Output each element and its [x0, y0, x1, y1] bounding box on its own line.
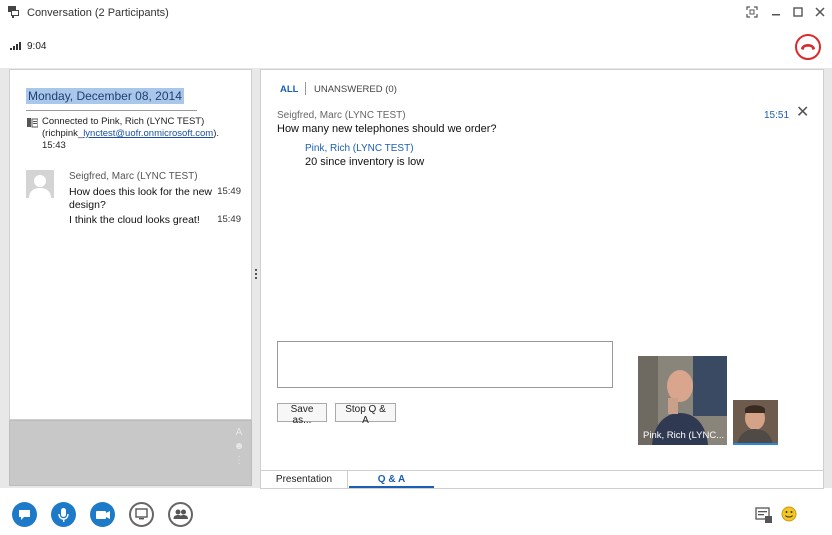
im-button[interactable]	[12, 502, 37, 527]
connection-icon	[27, 118, 38, 128]
chat-message: How does this look for the new design?	[69, 186, 219, 212]
filter-divider	[305, 82, 306, 95]
minimize-icon[interactable]	[769, 5, 783, 19]
self-video-preview[interactable]	[733, 400, 778, 445]
save-as-button[interactable]: Save as...	[277, 403, 327, 426]
call-duration: 9:04	[27, 41, 47, 52]
call-status-bar: 9:04	[0, 26, 832, 68]
title-bar: Conversation (2 Participants)	[0, 0, 832, 26]
tab-qa[interactable]: Q & A	[349, 471, 434, 488]
message-time: 15:49	[217, 214, 241, 225]
window-title: Conversation (2 Participants)	[27, 7, 169, 19]
im-compose-area[interactable]: A ☻ ⋮	[9, 420, 252, 486]
more-options-icon[interactable]: ⋮	[232, 455, 246, 466]
bottom-toolbar	[0, 490, 832, 535]
present-button[interactable]	[129, 502, 154, 527]
emoticon-icon[interactable]	[781, 506, 797, 522]
self-video-image	[733, 400, 778, 443]
conversation-options-icon[interactable]	[755, 506, 773, 524]
message-text: I think the cloud looks great!	[69, 214, 200, 226]
default-user-icon	[26, 170, 54, 198]
participants-icon	[173, 509, 188, 519]
pane-splitter-handle[interactable]	[254, 267, 258, 285]
conversation-body: Monday, December 08, 2014 Connected to P…	[0, 68, 832, 489]
message-sender: Seigfred, Marc (LYNC TEST)	[69, 171, 198, 182]
tab-presentation[interactable]: Presentation	[261, 471, 348, 488]
hang-up-phone-icon	[801, 44, 815, 50]
answer-text: 20 since inventory is low	[305, 156, 425, 168]
stage-tabs: Presentation Q & A	[260, 471, 824, 489]
avatar[interactable]	[26, 170, 54, 198]
stop-qa-button[interactable]: Stop Q & A	[335, 403, 396, 426]
audio-button[interactable]	[51, 502, 76, 527]
compose-tools: A ☻ ⋮	[232, 427, 246, 469]
participant-video-label: Pink, Rich (LYNC...	[643, 430, 725, 441]
date-divider	[26, 110, 197, 111]
im-history-pane: Monday, December 08, 2014 Connected to P…	[9, 69, 252, 420]
fullscreen-icon[interactable]	[745, 5, 759, 19]
connection-notice: Connected to Pink, Rich (LYNC TEST) (ric…	[42, 116, 247, 152]
qa-input-field[interactable]	[277, 341, 613, 388]
video-button[interactable]	[90, 502, 115, 527]
filter-all[interactable]: ALL	[280, 84, 298, 95]
connection-text: Connected to Pink, Rich (LYNC TEST)	[42, 116, 205, 127]
video-camera-icon	[96, 511, 110, 519]
hang-up-button[interactable]	[795, 34, 821, 60]
connection-email-link[interactable]: lynctest@uofr.onmicrosoft.com	[83, 128, 213, 139]
question-sender: Seigfred, Marc (LYNC TEST)	[277, 110, 406, 121]
participants-button[interactable]	[168, 502, 193, 527]
connection-time: 15:43	[42, 140, 66, 151]
answer-sender: Pink, Rich (LYNC TEST)	[305, 143, 414, 154]
present-icon	[135, 508, 148, 520]
question-text: How many new telephones should we order?	[277, 123, 497, 135]
close-icon[interactable]: ✕	[796, 105, 809, 121]
im-icon	[19, 510, 30, 520]
participant-video[interactable]: Pink, Rich (LYNC...	[638, 356, 727, 445]
filter-unanswered[interactable]: UNANSWERED (0)	[314, 84, 397, 95]
close-window-icon[interactable]	[813, 5, 827, 19]
message-time: 15:49	[217, 186, 241, 197]
question-time: 15:51	[764, 110, 790, 121]
emoticon-picker-icon[interactable]: ☻	[232, 441, 246, 452]
signal-strength-icon	[10, 42, 21, 50]
mic-icon	[58, 508, 69, 522]
conversation-icon	[8, 6, 19, 18]
chat-message: I think the cloud looks great!	[69, 214, 219, 227]
date-header: Monday, December 08, 2014	[26, 88, 184, 104]
qa-pane: ALL UNANSWERED (0) Seigfred, Marc (LYNC …	[260, 69, 824, 471]
connection-handle-close: ).	[213, 128, 220, 139]
connection-handle-open: (richpink_	[42, 128, 84, 139]
font-icon[interactable]: A	[232, 427, 246, 438]
message-text: How does this look for the new design?	[69, 186, 212, 211]
maximize-icon[interactable]	[791, 5, 805, 19]
